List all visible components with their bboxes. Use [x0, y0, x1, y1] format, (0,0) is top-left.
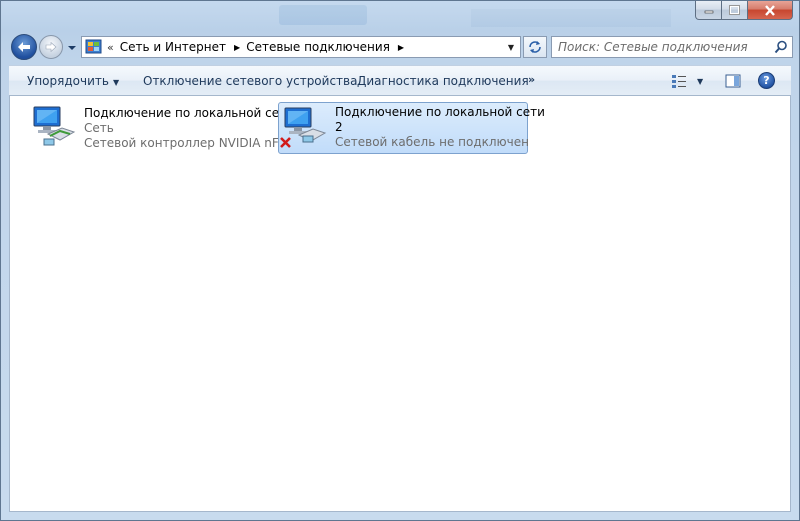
- connection-text: Подключение по локальной сети Сеть Сетев…: [84, 106, 297, 151]
- connection-item-selected[interactable]: Подключение по локальной сети 2 Сетевой …: [278, 102, 545, 154]
- caption-buttons: [695, 1, 793, 20]
- network-adapter-icon: [33, 106, 76, 146]
- connection-device: Сетевой контроллер NVIDIA nFo...: [84, 136, 297, 150]
- refresh-button[interactable]: [523, 36, 547, 58]
- organize-menu-button[interactable]: Упорядочить ▼: [27, 74, 119, 88]
- address-dropdown-button[interactable]: ▼: [502, 37, 520, 57]
- explorer-window: « Сеть и Интернет ▶ Сетевые подключения …: [0, 0, 800, 521]
- chevron-down-icon: ▼: [112, 78, 120, 87]
- recent-pages-button[interactable]: [67, 42, 77, 52]
- refresh-icon: [529, 41, 541, 53]
- connection-status: Сетевой кабель не подключен: [335, 135, 529, 149]
- connection-name: Подключение по локальной сети: [335, 105, 545, 119]
- breadcrumb-network-connections[interactable]: Сетевые подключения: [246, 40, 390, 54]
- disable-device-button[interactable]: Отключение сетевого устройства: [143, 74, 357, 88]
- back-arrow-icon: [18, 42, 30, 52]
- chevron-down-icon: ▼: [507, 42, 515, 52]
- connection-name-line2: 2: [335, 120, 343, 134]
- breadcrumb-overflow[interactable]: «: [107, 41, 114, 54]
- minimize-icon: [704, 10, 713, 14]
- preview-pane-button[interactable]: [725, 72, 741, 90]
- breadcrumb-arrow-icon[interactable]: ▶: [234, 43, 240, 52]
- control-panel-icon: [85, 39, 102, 54]
- search-box[interactable]: Поиск: Сетевые подключения: [551, 36, 793, 58]
- connection-item[interactable]: Подключение по локальной сети Сеть Сетев…: [22, 102, 297, 154]
- background-glass: [279, 5, 367, 25]
- preview-pane-icon: [725, 74, 741, 88]
- forward-arrow-icon: [45, 42, 57, 52]
- diagnose-button[interactable]: Диагностика подключения: [357, 74, 529, 88]
- maximize-button[interactable]: [722, 1, 748, 20]
- minimize-button[interactable]: [695, 1, 722, 20]
- connections-list: Подключение по локальной сети Сеть Сетев…: [9, 96, 791, 512]
- navigation-bar: « Сеть и Интернет ▶ Сетевые подключения …: [9, 34, 793, 60]
- view-icon: [672, 75, 686, 88]
- forward-button[interactable]: [39, 35, 63, 59]
- help-button[interactable]: ?: [758, 72, 775, 89]
- connection-network: Сеть: [84, 121, 114, 135]
- search-input[interactable]: Поиск: Сетевые подключения: [558, 40, 748, 54]
- maximize-icon: [729, 5, 740, 15]
- help-icon: ?: [763, 74, 770, 87]
- close-icon: [765, 4, 775, 16]
- network-adapter-disconnected-icon: [280, 107, 327, 148]
- change-view-button[interactable]: ▼: [671, 72, 703, 90]
- organize-label: Упорядочить: [27, 74, 109, 88]
- background-glass: [471, 9, 671, 27]
- command-bar: Упорядочить ▼ Отключение сетевого устройс…: [9, 65, 791, 96]
- chevron-down-icon: [68, 46, 76, 50]
- chevron-down-icon[interactable]: ▼: [697, 77, 703, 86]
- close-button[interactable]: [748, 1, 793, 20]
- connection-name: Подключение по локальной сети: [84, 106, 294, 120]
- more-commands-button[interactable]: »: [528, 73, 535, 86]
- search-icon[interactable]: [774, 40, 788, 54]
- back-button[interactable]: [11, 34, 37, 60]
- breadcrumb-arrow-icon[interactable]: ▶: [398, 43, 404, 52]
- breadcrumb-network-internet[interactable]: Сеть и Интернет: [120, 40, 226, 54]
- address-bar[interactable]: « Сеть и Интернет ▶ Сетевые подключения …: [81, 36, 521, 58]
- connection-text: Подключение по локальной сети 2 Сетевой …: [335, 105, 545, 150]
